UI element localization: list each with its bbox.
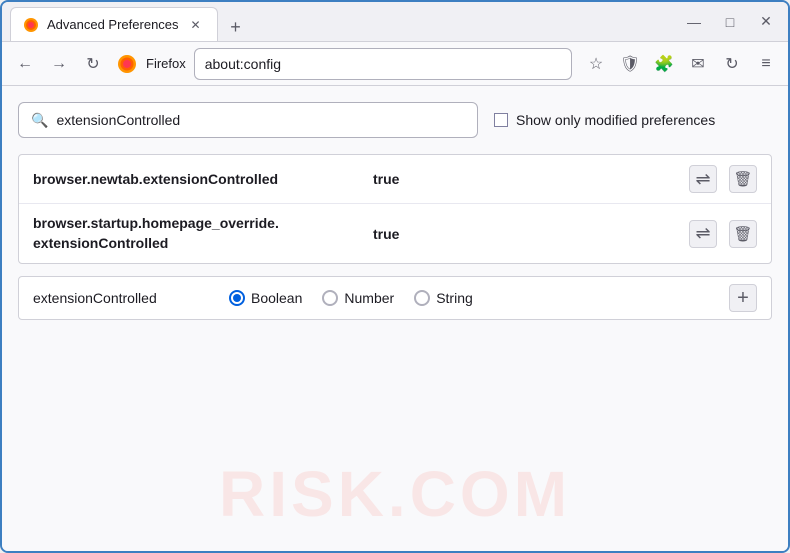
radio-boolean-circle <box>229 290 245 306</box>
row-actions-2: ⇌ 🗑 <box>689 220 757 248</box>
shield-icon[interactable]: 🛡 <box>616 50 644 78</box>
radio-string-circle <box>414 290 430 306</box>
show-modified-checkbox[interactable] <box>494 113 508 127</box>
trash-icon-1: 🗑 <box>733 170 752 188</box>
radio-boolean[interactable]: Boolean <box>229 290 302 306</box>
search-input[interactable]: extensionControlled <box>56 112 465 128</box>
tab-area: Advanced Preferences ✕ + <box>10 2 668 41</box>
search-icon: 🔍 <box>31 112 48 129</box>
show-modified-section: Show only modified preferences <box>494 112 715 128</box>
table-row: browser.newtab.extensionControlled true … <box>19 155 771 204</box>
menu-icon[interactable]: ≡ <box>752 50 780 78</box>
title-bar: Advanced Preferences ✕ + — □ ✕ <box>2 2 788 42</box>
search-box[interactable]: 🔍 extensionControlled <box>18 102 478 138</box>
forward-button[interactable]: → <box>44 49 74 79</box>
radio-number-circle <box>322 290 338 306</box>
delete-button-1[interactable]: 🗑 <box>729 165 757 193</box>
trash-icon-2: 🗑 <box>733 225 752 243</box>
navigation-bar: ← → ↻ Firefox about:config ☆ 🛡 🧩 ✉ ↻ ≡ <box>2 42 788 86</box>
toggle-button-2[interactable]: ⇌ <box>689 220 717 248</box>
new-tab-button[interactable]: + <box>222 13 250 41</box>
pref-value-2: true <box>373 226 689 242</box>
tab-title: Advanced Preferences <box>47 17 179 32</box>
add-plus-button[interactable]: + <box>729 284 757 312</box>
results-table: browser.newtab.extensionControlled true … <box>18 154 772 264</box>
sync-icon[interactable]: ↻ <box>718 50 746 78</box>
address-text: about:config <box>205 56 561 72</box>
type-radio-group: Boolean Number String <box>229 290 713 306</box>
address-bar[interactable]: about:config <box>194 48 572 80</box>
radio-string[interactable]: String <box>414 290 473 306</box>
pref-name-1: browser.newtab.extensionControlled <box>33 171 373 187</box>
mail-icon[interactable]: ✉ <box>684 50 712 78</box>
active-tab[interactable]: Advanced Preferences ✕ <box>10 7 218 41</box>
radio-number-label: Number <box>344 290 394 306</box>
page-content: RISK.COM 🔍 extensionControlled Show only… <box>2 86 788 551</box>
tab-favicon <box>23 17 39 33</box>
bookmark-icon[interactable]: ☆ <box>582 50 610 78</box>
back-button[interactable]: ← <box>10 49 40 79</box>
browser-window: Advanced Preferences ✕ + — □ ✕ ← → ↻ Fir… <box>0 0 790 553</box>
search-section: 🔍 extensionControlled Show only modified… <box>18 102 772 138</box>
table-row: browser.startup.homepage_override.extens… <box>19 204 771 263</box>
add-preference-row: extensionControlled Boolean Number Strin… <box>18 276 772 320</box>
pref-name-2: browser.startup.homepage_override.extens… <box>33 214 373 253</box>
toggle-icon-2: ⇌ <box>695 223 710 244</box>
radio-number[interactable]: Number <box>322 290 394 306</box>
close-button[interactable]: ✕ <box>752 8 780 36</box>
firefox-logo-icon <box>116 53 138 75</box>
delete-button-2[interactable]: 🗑 <box>729 220 757 248</box>
minimize-button[interactable]: — <box>680 8 708 36</box>
pref-value-1: true <box>373 171 689 187</box>
extension-icon[interactable]: 🧩 <box>650 50 678 78</box>
reload-button[interactable]: ↻ <box>78 49 108 79</box>
new-pref-name: extensionControlled <box>33 290 213 306</box>
tab-close-button[interactable]: ✕ <box>187 16 205 34</box>
toggle-icon-1: ⇌ <box>695 169 710 190</box>
show-modified-label: Show only modified preferences <box>516 112 715 128</box>
toggle-button-1[interactable]: ⇌ <box>689 165 717 193</box>
watermark: RISK.COM <box>219 457 571 531</box>
maximize-button[interactable]: □ <box>716 8 744 36</box>
row-actions-1: ⇌ 🗑 <box>689 165 757 193</box>
window-controls: — □ ✕ <box>680 8 780 36</box>
nav-icons: ☆ 🛡 🧩 ✉ ↻ ≡ <box>582 50 780 78</box>
radio-boolean-label: Boolean <box>251 290 302 306</box>
browser-name-label: Firefox <box>146 56 186 71</box>
radio-string-label: String <box>436 290 473 306</box>
